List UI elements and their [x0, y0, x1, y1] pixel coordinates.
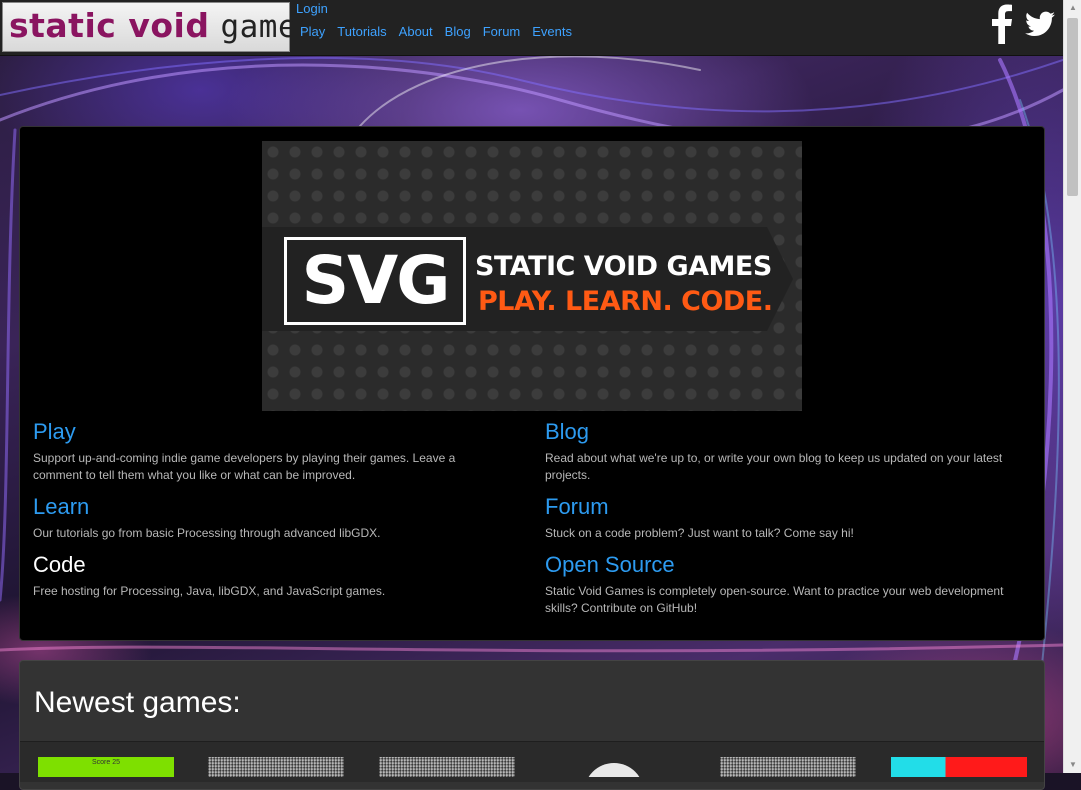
banner-tagline: PLAY. LEARN. CODE. — [478, 286, 773, 317]
top-navbar: static void games Login Play Tutorials A… — [0, 0, 1063, 56]
logo-text-static-void: static void — [9, 6, 210, 45]
section-learn: Learn Our tutorials go from basic Proces… — [33, 494, 503, 542]
section-blog-title[interactable]: Blog — [545, 419, 1035, 445]
banner-svg-badge: SVG — [284, 237, 466, 325]
nav-events[interactable]: Events — [532, 24, 572, 39]
scroll-down-arrow-icon[interactable]: ▼ — [1064, 757, 1081, 773]
svg-banner: SVG STATIC VOID GAMES PLAY. LEARN. CODE. — [262, 141, 802, 411]
game-thumbnail[interactable] — [379, 757, 515, 777]
facebook-icon[interactable] — [991, 4, 1013, 49]
section-code: Code Free hosting for Processing, Java, … — [33, 552, 503, 600]
game-thumbnail[interactable] — [720, 757, 856, 777]
main-nav: Play Tutorials About Blog Forum Events — [300, 24, 584, 39]
section-learn-title[interactable]: Learn — [33, 494, 503, 520]
section-play-title[interactable]: Play — [33, 419, 503, 445]
nav-blog[interactable]: Blog — [445, 24, 471, 39]
section-forum: Forum Stuck on a code problem? Just want… — [545, 494, 1035, 542]
section-open-source-title[interactable]: Open Source — [545, 552, 1035, 578]
scrollbar-thumb[interactable] — [1067, 18, 1078, 196]
nav-forum[interactable]: Forum — [483, 24, 521, 39]
intro-panel: SVG STATIC VOID GAMES PLAY. LEARN. CODE.… — [19, 126, 1045, 641]
section-open-source-text: Static Void Games is completely open-sou… — [545, 584, 1004, 615]
social-links — [991, 4, 1055, 49]
section-learn-text: Our tutorials go from basic Processing t… — [33, 526, 381, 540]
game-thumbnail[interactable]: Score 25 — [38, 757, 174, 777]
section-code-text: Free hosting for Processing, Java, libGD… — [33, 584, 386, 598]
section-forum-title[interactable]: Forum — [545, 494, 1035, 520]
section-blog: Blog Read about what we're up to, or wri… — [545, 419, 1035, 484]
section-blog-text: Read about what we're up to, or write yo… — [545, 451, 1003, 482]
login-link[interactable]: Login — [296, 1, 328, 16]
site-logo[interactable]: static void games — [2, 2, 316, 52]
section-play-text: Support up-and-coming indie game develop… — [33, 451, 456, 482]
section-code-title[interactable]: Code — [33, 552, 503, 578]
twitter-icon[interactable] — [1025, 11, 1055, 42]
nav-tutorials[interactable]: Tutorials — [337, 24, 386, 39]
game-thumbnail[interactable] — [548, 757, 684, 777]
scroll-up-arrow-icon[interactable]: ▲ — [1064, 0, 1081, 16]
nav-about[interactable]: About — [399, 24, 433, 39]
nav-play[interactable]: Play — [300, 24, 325, 39]
section-forum-text: Stuck on a code problem? Just want to ta… — [545, 526, 854, 540]
newest-games-heading: Newest games: — [34, 686, 241, 719]
newest-games-panel: Newest games: Score 25 — [19, 660, 1045, 790]
section-play: Play Support up-and-coming indie game de… — [33, 419, 503, 484]
page-scrollbar[interactable]: ▲ ▼ — [1063, 0, 1081, 773]
thumbnail-circle — [584, 763, 644, 777]
section-open-source: Open Source Static Void Games is complet… — [545, 552, 1035, 617]
game-thumbnail[interactable] — [208, 757, 344, 777]
banner-title: STATIC VOID GAMES — [475, 251, 772, 282]
game-thumbnail[interactable] — [891, 757, 1027, 777]
game-thumbnail-caption: Score 25 — [91, 759, 121, 766]
